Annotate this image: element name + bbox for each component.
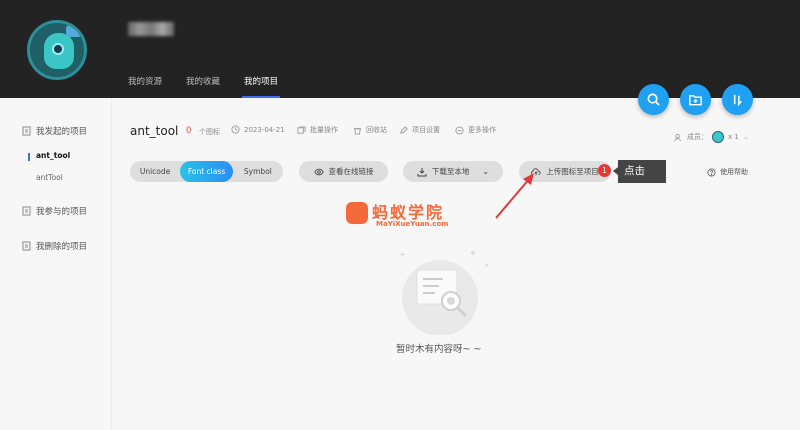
upload-label: 上传图标至项目 bbox=[546, 167, 599, 176]
segment-font-class[interactable]: Font class bbox=[180, 161, 233, 182]
main-nav: 我的资源 我的收藏 我的项目 bbox=[128, 76, 281, 98]
batch-icon bbox=[297, 125, 306, 134]
edit-icon bbox=[22, 206, 31, 216]
top-bar: 我的资源 我的收藏 我的项目 bbox=[0, 0, 800, 98]
code-type-switch: Unicode Font class Symbol bbox=[130, 161, 283, 182]
sort-icon bbox=[733, 94, 742, 107]
svg-text:+: + bbox=[399, 250, 406, 259]
tab-my-resources[interactable]: 我的资源 bbox=[128, 76, 162, 98]
help-link[interactable]: 使用帮助 bbox=[707, 167, 748, 177]
more-icon bbox=[455, 125, 464, 135]
project-settings-label: 项目设置 bbox=[412, 126, 440, 134]
sidebar: 我发起的项目 ant_tool antTool 我参与的项目 我删除的项目 bbox=[0, 98, 112, 430]
empty-state-text: 暂时木有内容呀~ ~ bbox=[396, 344, 482, 355]
new-project-button[interactable] bbox=[680, 84, 711, 115]
add-folder-icon bbox=[689, 95, 702, 106]
annotation-arrow bbox=[495, 173, 534, 219]
icon-count-label: 个图标 bbox=[199, 128, 220, 136]
view-online-link-button[interactable]: 查看在线链接 bbox=[299, 161, 388, 182]
username-blurred bbox=[128, 22, 174, 36]
sidebar-section-deleted[interactable]: 我删除的项目 bbox=[22, 240, 87, 252]
project-date-text: 2023-04-21 bbox=[244, 125, 285, 134]
user-avatar[interactable] bbox=[27, 20, 87, 80]
help-icon bbox=[707, 167, 716, 177]
batch-operation-link[interactable]: 批量操作 bbox=[297, 125, 338, 135]
empty-state-illustration: + bbox=[399, 250, 489, 335]
watermark-logo bbox=[346, 202, 368, 224]
clock-icon bbox=[231, 125, 240, 134]
trash-icon bbox=[353, 127, 362, 135]
project-date: 2023-04-21 bbox=[231, 125, 285, 134]
step-badge: 1 bbox=[598, 164, 611, 177]
sidebar-section-initiated[interactable]: 我发起的项目 bbox=[22, 125, 87, 137]
members-label: 成员： bbox=[687, 133, 708, 141]
download-label: 下载至本地 bbox=[431, 167, 470, 176]
watermark-title: 蚂蚁学院 bbox=[372, 203, 445, 222]
segment-symbol[interactable]: Symbol bbox=[233, 161, 283, 182]
members-count: x 1 bbox=[728, 133, 739, 141]
sidebar-project-ant-tool[interactable]: ant_tool bbox=[27, 151, 70, 161]
edit-icon bbox=[22, 241, 31, 251]
members-icon bbox=[674, 133, 681, 141]
chevron-down-icon: ⌄ bbox=[742, 133, 749, 141]
sidebar-section-label: 我参与的项目 bbox=[36, 207, 88, 217]
search-icon bbox=[647, 93, 660, 106]
sidebar-project-anttool[interactable]: antTool bbox=[36, 173, 63, 182]
download-icon bbox=[417, 167, 427, 176]
batch-operation-label: 批量操作 bbox=[310, 126, 338, 134]
click-tooltip: 点击 bbox=[613, 160, 666, 183]
recycle-bin-link[interactable]: 回收站 bbox=[353, 125, 387, 135]
members-selector[interactable]: 成员： x 1 ⌄ bbox=[674, 131, 749, 143]
sort-button[interactable] bbox=[722, 84, 753, 115]
sidebar-section-participated[interactable]: 我参与的项目 bbox=[22, 205, 87, 217]
recycle-bin-label: 回收站 bbox=[366, 126, 387, 134]
view-online-label: 查看在线链接 bbox=[328, 167, 374, 176]
download-button[interactable]: 下载至本地 ⌄ bbox=[403, 161, 503, 182]
watermark-url: MaYiXueYuan.com bbox=[376, 220, 449, 228]
chevron-down-icon: ⌄ bbox=[482, 167, 490, 176]
pencil-icon bbox=[400, 125, 408, 134]
help-label: 使用帮助 bbox=[720, 168, 748, 176]
avatar-eye bbox=[52, 43, 64, 55]
tab-my-projects[interactable]: 我的项目 bbox=[242, 76, 281, 98]
sidebar-section-label: 我发起的项目 bbox=[36, 127, 88, 137]
segment-unicode[interactable]: Unicode bbox=[130, 161, 180, 182]
eye-icon bbox=[313, 168, 324, 175]
icon-count: 0 bbox=[186, 126, 192, 136]
search-button[interactable] bbox=[638, 84, 669, 115]
more-actions-label: 更多操作 bbox=[468, 126, 496, 134]
project-title: ant_tool bbox=[130, 124, 179, 138]
tab-my-favorites[interactable]: 我的收藏 bbox=[186, 76, 220, 98]
more-actions-link[interactable]: 更多操作 bbox=[455, 125, 496, 135]
page: 我的资源 我的收藏 我的项目 我发起的项目 ant_tool antTool 我… bbox=[0, 0, 800, 430]
project-settings-link[interactable]: 项目设置 bbox=[399, 125, 440, 135]
member-avatar bbox=[712, 131, 724, 143]
sidebar-section-label: 我删除的项目 bbox=[36, 242, 88, 252]
edit-icon bbox=[22, 126, 31, 136]
